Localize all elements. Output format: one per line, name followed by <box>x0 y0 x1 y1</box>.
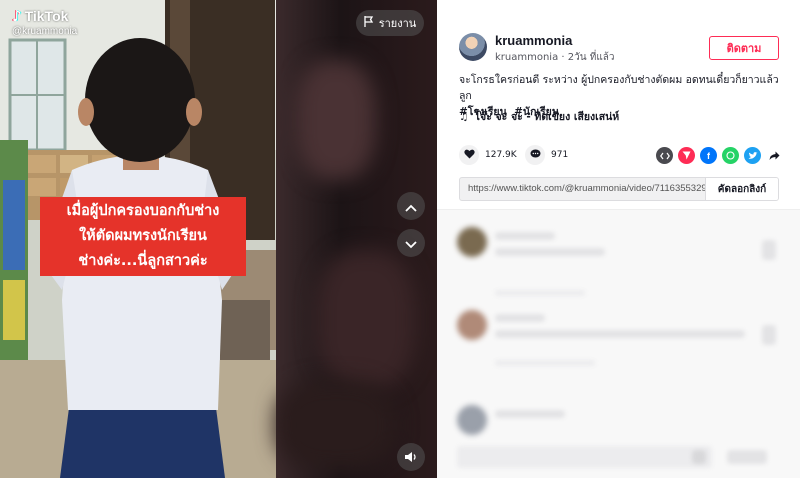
whatsapp-icon[interactable] <box>722 147 739 164</box>
video-link-field[interactable]: https://www.tiktok.com/@kruammonia/video… <box>460 178 705 200</box>
comment-avatar <box>457 310 487 340</box>
next-video-button[interactable] <box>397 229 425 257</box>
music-link[interactable]: ♫ โจ๊ะ จะ จะ - ทิดเขียง เสียงเสน่ห์ <box>459 108 619 125</box>
comment-stat: 971 <box>525 145 568 165</box>
comment-like-blur <box>762 240 776 260</box>
report-button[interactable]: รายงาน <box>356 10 424 36</box>
post-time: 2วัน ที่แล้ว <box>567 52 615 63</box>
comment-avatar <box>457 227 487 257</box>
like-stat: 127.9K <box>459 145 517 165</box>
comment-blur <box>495 410 565 418</box>
music-note-icon: ♫ <box>459 110 469 123</box>
comment-like-blur <box>762 325 776 345</box>
comment-icon <box>530 149 541 162</box>
previous-video-button[interactable] <box>397 192 425 220</box>
facebook-icon[interactable]: f <box>700 147 717 164</box>
tiktok-logo: ♪ TikTok <box>12 7 68 25</box>
tiktok-logo-icon: ♪ <box>12 7 22 25</box>
volume-button[interactable] <box>397 443 425 471</box>
username[interactable]: kruammonia <box>495 33 572 48</box>
chevron-down-icon <box>405 234 417 253</box>
volume-icon <box>404 448 418 467</box>
copy-link-button[interactable]: คัดลอกลิงก์ <box>705 178 778 200</box>
music-title: โจ๊ะ จะ จะ - ทิดเขียง เสียงเสน่ห์ <box>474 111 620 123</box>
video-player[interactable]: ♪ TikTok @kruammonia เมื่อผู้ปกครองบอกกั… <box>0 0 437 478</box>
comment-blur <box>495 314 545 322</box>
heart-icon <box>463 149 475 162</box>
caption-line: เมื่อผู้ปกครองบอกกับช่าง <box>66 203 220 219</box>
comment-blur <box>495 330 745 338</box>
like-button[interactable] <box>459 145 479 165</box>
like-count: 127.9K <box>485 150 517 160</box>
report-label: รายงาน <box>378 17 417 30</box>
chevron-up-icon <box>405 197 417 216</box>
comment-avatar <box>457 405 487 435</box>
share-arrow-icon[interactable] <box>766 147 783 164</box>
emoji-icon[interactable] <box>692 450 706 464</box>
video-info-panel: kruammonia kruammonia · 2วัน ที่แล้ว ติด… <box>437 0 800 478</box>
follow-button[interactable]: ติดตาม <box>709 36 779 60</box>
avatar[interactable] <box>459 33 487 61</box>
caption-line: ให้ตัดผมทรงนักเรียน <box>79 228 207 244</box>
comment-blur <box>495 290 585 296</box>
display-name[interactable]: kruammonia <box>495 52 558 63</box>
share-icons: f <box>656 147 783 164</box>
video-link-box: https://www.tiktok.com/@kruammonia/video… <box>459 177 779 201</box>
comment-input-blur[interactable] <box>457 446 712 468</box>
video-caption: เมื่อผู้ปกครองบอกกับช่าง ให้ตัดผมทรงนักเ… <box>40 197 246 276</box>
twitter-icon[interactable] <box>744 147 761 164</box>
video-watermark-handle: @kruammonia <box>12 26 78 37</box>
comment-blur <box>495 360 595 366</box>
tiktok-logo-text: TikTok <box>24 8 69 24</box>
comments-section[interactable] <box>437 209 800 478</box>
post-comment-button[interactable] <box>727 450 767 464</box>
comment-count: 971 <box>551 150 569 160</box>
comment-blur <box>495 232 555 240</box>
embed-icon[interactable] <box>656 147 673 164</box>
comment-button[interactable] <box>525 145 545 165</box>
description-text: จะโกรธใครก่อนดี ระหว่าง ผู้ปกครองกับช่าง… <box>459 74 779 102</box>
caption-line: ช่างค่ะ...นี่ลูกสาวค่ะ <box>78 253 208 269</box>
author-meta: kruammonia · 2วัน ที่แล้ว <box>495 50 615 65</box>
send-icon[interactable] <box>678 147 695 164</box>
flag-icon <box>364 16 374 30</box>
comment-blur <box>495 248 605 256</box>
